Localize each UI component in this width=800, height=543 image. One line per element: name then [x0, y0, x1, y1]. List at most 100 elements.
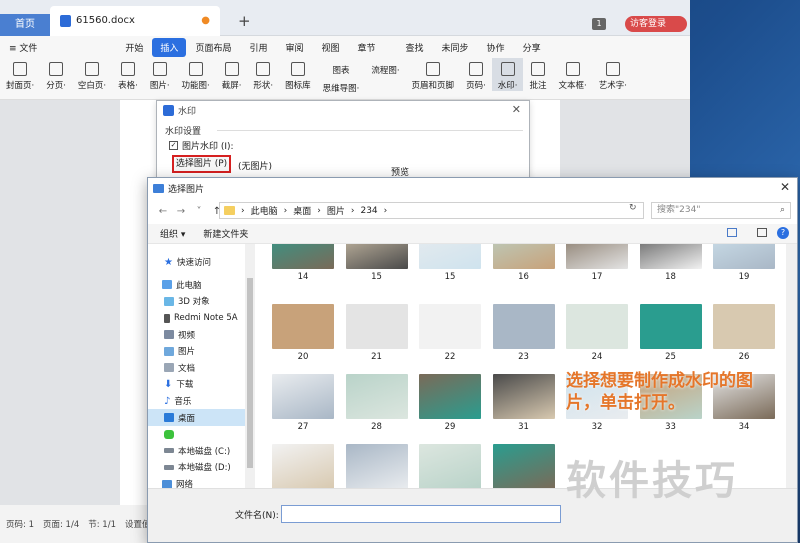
search-input[interactable]: 搜索"234" ⌕	[651, 202, 791, 219]
image-thumbnail[interactable]	[566, 304, 628, 349]
image-thumbnail[interactable]	[419, 244, 481, 269]
icon-library-button[interactable]: 图标库	[279, 58, 317, 91]
new-folder-button[interactable]: 新建文件夹	[203, 227, 248, 240]
image-thumbnail[interactable]	[345, 374, 408, 419]
filename-input[interactable]	[281, 505, 561, 523]
chart-button[interactable]: 图表 思维导图·	[317, 58, 366, 94]
sidebar-item-desktop[interactable]: 桌面	[148, 409, 245, 426]
image-thumbnail[interactable]	[713, 244, 775, 269]
image-thumbnail[interactable]	[419, 374, 481, 419]
image-file-name: 14	[297, 272, 309, 282]
menu-start[interactable]: 开始	[116, 41, 152, 54]
image-thumbnail[interactable]	[492, 244, 555, 269]
sidebar-scrollbar-thumb[interactable]	[247, 278, 253, 468]
help-icon[interactable]: ?	[777, 227, 789, 239]
image-thumbnail[interactable]	[492, 304, 555, 349]
cover-page-button[interactable]: 封面页·	[0, 58, 40, 91]
image-thumbnail[interactable]	[345, 304, 408, 349]
menu-view[interactable]: 视图	[312, 41, 348, 54]
menu-insert[interactable]: 插入	[152, 37, 187, 57]
menu-layout[interactable]: 页面布局	[186, 41, 240, 54]
tab-home[interactable]: 首页	[0, 14, 50, 36]
address-bar[interactable]: › 此电脑 › 桌面 › 图片 › 234 ›	[219, 202, 644, 219]
menu-collab[interactable]: 协作	[478, 41, 514, 54]
menu-chapter[interactable]: 章节	[349, 41, 385, 54]
breadcrumb-234[interactable]: 234	[360, 206, 377, 216]
divider	[217, 130, 523, 131]
picture-button[interactable]: 图片·	[144, 58, 176, 91]
refresh-icon[interactable]: ↻	[629, 203, 637, 213]
sidebar-item-3d-objects[interactable]: 3D 对象	[148, 293, 245, 310]
sidebar-item-music[interactable]: ♪ 音乐	[148, 393, 245, 410]
menu-file[interactable]: ≡ 文件	[0, 41, 46, 54]
screenshot-button[interactable]: 截屏·	[216, 58, 248, 91]
image-watermark-checkbox[interactable]: ✓ 图片水印 (I):	[169, 139, 234, 152]
close-icon[interactable]: ✕	[512, 103, 521, 116]
sidebar-item-drive-c[interactable]: 本地磁盘 (C:)	[148, 443, 245, 460]
sidebar-item-quick-access[interactable]: ★ 快速访问	[148, 254, 245, 271]
menu-review[interactable]: 审阅	[276, 41, 312, 54]
image-thumbnail[interactable]	[713, 304, 775, 349]
picture-folder-icon	[164, 346, 174, 356]
sidebar-item-wechat[interactable]	[148, 426, 245, 443]
title-bar: 首页 61560.docx ● + 1 访客登录	[0, 0, 690, 36]
chevron-down-icon[interactable]: ˅	[190, 206, 208, 217]
blank-page-button[interactable]: 空白页·	[72, 58, 112, 91]
cover-page-icon	[13, 62, 28, 76]
sidebar-item-phone[interactable]: Redmi Note 5A	[148, 310, 245, 327]
tab-document[interactable]: 61560.docx ●	[50, 6, 220, 36]
sidebar-item-downloads[interactable]: ⬇ 下载	[148, 376, 245, 393]
image-thumbnail[interactable]	[272, 444, 334, 488]
desktop-icon	[164, 413, 174, 423]
shape-button[interactable]: 形状·	[247, 58, 279, 91]
image-thumbnail[interactable]	[345, 244, 408, 269]
image-thumbnail[interactable]	[345, 444, 408, 488]
sidebar-item-drive-d[interactable]: 本地磁盘 (D:)	[148, 459, 245, 476]
wordart-button[interactable]: 艺术字·	[593, 58, 633, 91]
organize-button[interactable]: 组织 ▾	[160, 227, 185, 240]
image-thumbnail[interactable]	[419, 444, 481, 488]
menu-search[interactable]: 查找	[397, 41, 433, 54]
table-button[interactable]: 表格·	[112, 58, 144, 91]
pick-image-button[interactable]: 选择图片 (P)	[172, 155, 231, 173]
preview-pane-icon[interactable]	[757, 228, 767, 237]
sidebar-item-videos[interactable]: 视频	[148, 326, 245, 343]
image-thumbnail[interactable]	[272, 244, 334, 269]
menu-sync[interactable]: 未同步	[433, 41, 478, 54]
image-thumbnail[interactable]	[492, 374, 555, 419]
image-thumbnail[interactable]	[272, 304, 334, 349]
menu-share[interactable]: 分享	[514, 41, 550, 54]
new-tab-button[interactable]: +	[228, 6, 251, 36]
sidebar-item-documents[interactable]: 文档	[148, 360, 245, 377]
image-file-name: 26	[738, 352, 750, 362]
textbox-button[interactable]: 文本框·	[552, 58, 592, 91]
image-thumbnail[interactable]	[639, 304, 702, 349]
sidebar-item-network[interactable]: 网络	[148, 476, 245, 488]
back-arrow-icon[interactable]: ←	[154, 206, 172, 217]
watermark-button[interactable]: 水印·	[491, 58, 524, 91]
breadcrumb-desktop[interactable]: 桌面	[293, 204, 311, 217]
function-chart-button[interactable]: 功能图·	[176, 58, 216, 91]
sidebar-item-pictures[interactable]: 图片	[148, 343, 245, 360]
screenshot-icon	[224, 62, 239, 76]
flowchart-button[interactable]: 流程图·	[365, 58, 405, 76]
breadcrumb-this-pc[interactable]: 此电脑	[251, 204, 278, 217]
sidebar-item-this-pc[interactable]: 此电脑	[148, 277, 245, 294]
close-icon[interactable]: ✕	[780, 180, 790, 194]
forward-arrow-icon[interactable]: →	[172, 206, 190, 217]
image-thumbnail[interactable]	[566, 244, 628, 269]
login-button[interactable]: 访客登录	[625, 16, 687, 32]
filename-label: 文件名(N):	[235, 511, 279, 521]
breadcrumb-pictures[interactable]: 图片	[327, 204, 345, 217]
comment-button[interactable]: 批注	[523, 58, 552, 91]
view-mode-icon[interactable]	[727, 228, 737, 237]
image-thumbnail[interactable]	[419, 304, 481, 349]
page-number-button[interactable]: 页码·	[460, 58, 492, 91]
image-thumbnail[interactable]	[272, 374, 334, 419]
header-footer-button[interactable]: 页眉和页脚	[406, 58, 461, 91]
page-break-button[interactable]: 分页·	[40, 58, 72, 91]
image-thumbnail[interactable]	[639, 244, 702, 269]
image-thumbnail[interactable]	[492, 444, 555, 488]
menu-reference[interactable]: 引用	[240, 41, 276, 54]
image-file-name: 23	[518, 352, 529, 362]
